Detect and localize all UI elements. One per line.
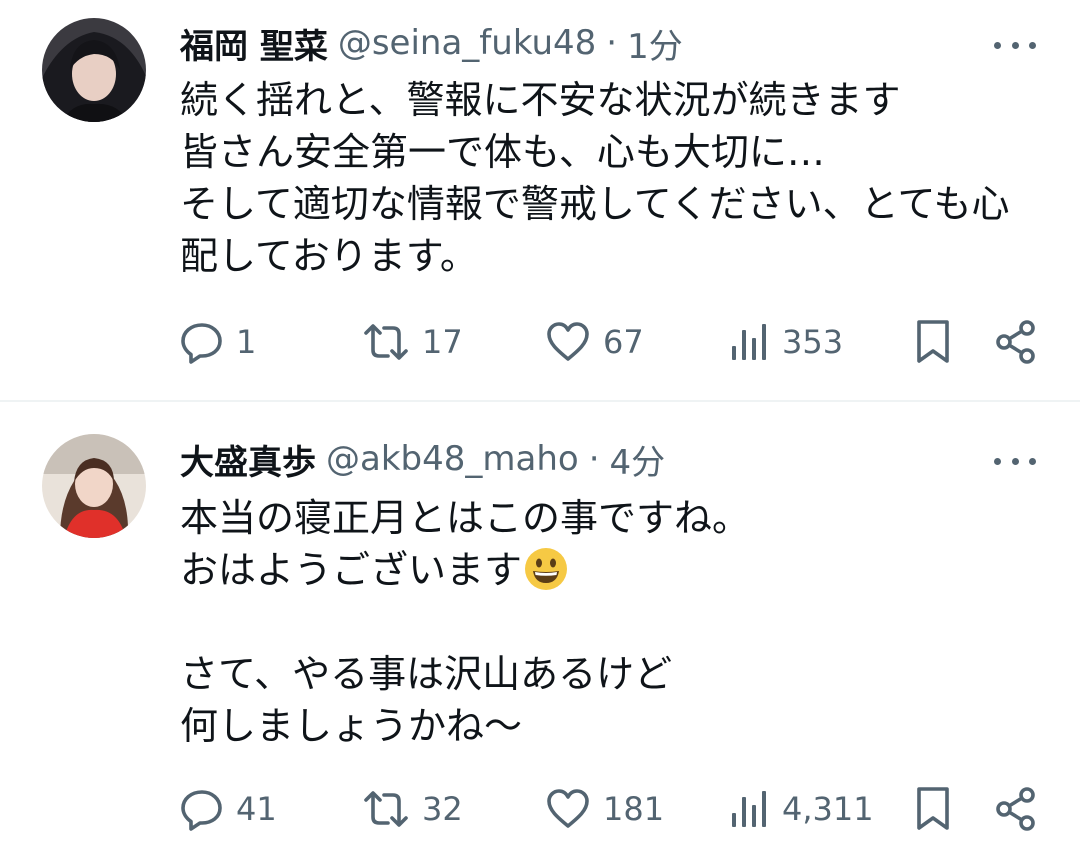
bookmark-icon xyxy=(917,320,949,363)
tweet-actions: 1 17 67 353 xyxy=(180,318,1040,366)
share-button[interactable] xyxy=(993,318,1039,366)
tweet-text-line: おはようございます xyxy=(180,544,1040,596)
tweet-actions: 41 32 181 4,311 xyxy=(180,785,1040,833)
like-count: 181 xyxy=(603,790,665,828)
reply-button[interactable]: 41 xyxy=(180,785,277,833)
bookmark-icon xyxy=(917,787,949,830)
tweet-header: 福岡 聖菜 @seina_fuku48 · 1分 xyxy=(180,18,683,68)
more-dots-icon[interactable] xyxy=(994,451,1036,471)
separator-dot: · xyxy=(588,439,600,479)
tweet-text-line: 何しましょうかね〜 xyxy=(180,704,523,748)
avatar[interactable] xyxy=(42,434,146,538)
retweet-count: 17 xyxy=(422,323,463,361)
tweet[interactable]: 大盛真歩 @akb48_maho · 4分 本当の寝正月とはこの事ですね。 おは… xyxy=(0,402,1080,855)
user-handle[interactable]: @seina_fuku48 xyxy=(338,23,596,63)
retweet-icon xyxy=(364,791,408,827)
timestamp[interactable]: 1分 xyxy=(627,19,683,68)
tweet-text: 続く揺れと、警報に不安な状況が続きます 皆さん安全第一で体も、心も大切に… そし… xyxy=(180,74,1040,282)
reply-count: 41 xyxy=(236,790,277,828)
separator-dot: · xyxy=(606,23,618,63)
tweet-text-line: 皆さん安全第一で体も、心も大切に… xyxy=(180,130,825,174)
bookmark-button[interactable] xyxy=(913,785,953,833)
tweet-text-line: そして適切な情報で警戒してください、とても心 xyxy=(180,182,1010,226)
reply-icon xyxy=(181,790,222,831)
views-button[interactable]: 4,311 xyxy=(730,785,874,833)
tweet-text-line: 配しております。 xyxy=(180,234,478,278)
tweet-text-span: おはようございます xyxy=(180,548,523,592)
share-icon xyxy=(996,320,1035,364)
retweet-button[interactable]: 17 xyxy=(362,318,463,366)
view-count: 4,311 xyxy=(782,790,874,828)
heart-icon xyxy=(547,322,589,361)
retweet-button[interactable]: 32 xyxy=(362,785,463,833)
tweet[interactable]: 福岡 聖菜 @seina_fuku48 · 1分 続く揺れと、警報に不安な状況が… xyxy=(0,0,1080,400)
retweet-count: 32 xyxy=(422,790,463,828)
views-button[interactable]: 353 xyxy=(730,318,843,366)
like-button[interactable]: 181 xyxy=(545,785,664,833)
share-button[interactable] xyxy=(993,785,1039,833)
share-icon xyxy=(996,787,1035,831)
retweet-icon xyxy=(364,324,408,360)
avatar[interactable] xyxy=(42,18,146,122)
tweet-text-line: 続く揺れと、警報に不安な状況が続きます xyxy=(180,78,901,122)
more-dots-icon[interactable] xyxy=(994,35,1036,55)
views-icon xyxy=(732,791,766,827)
heart-icon xyxy=(547,789,589,828)
tweet-text: 本当の寝正月とはこの事ですね。 おはようございます さて、やる事は沢山あるけど … xyxy=(180,492,1040,752)
reply-icon xyxy=(181,323,222,364)
like-button[interactable]: 67 xyxy=(545,318,644,366)
grinning-face-emoji xyxy=(525,548,568,590)
display-name[interactable]: 福岡 聖菜 xyxy=(180,19,328,68)
timestamp[interactable]: 4分 xyxy=(610,435,666,484)
reply-count: 1 xyxy=(236,323,257,361)
bookmark-button[interactable] xyxy=(913,318,953,366)
reply-button[interactable]: 1 xyxy=(180,318,256,366)
user-handle[interactable]: @akb48_maho xyxy=(326,439,579,479)
tweet-header: 大盛真歩 @akb48_maho · 4分 xyxy=(180,434,665,484)
view-count: 353 xyxy=(782,323,844,361)
tweet-text-line: 本当の寝正月とはこの事ですね。 xyxy=(180,496,751,540)
views-icon xyxy=(732,324,766,360)
tweet-text-line: さて、やる事は沢山あるけど xyxy=(180,652,673,696)
like-count: 67 xyxy=(603,323,644,361)
display-name[interactable]: 大盛真歩 xyxy=(180,435,316,484)
